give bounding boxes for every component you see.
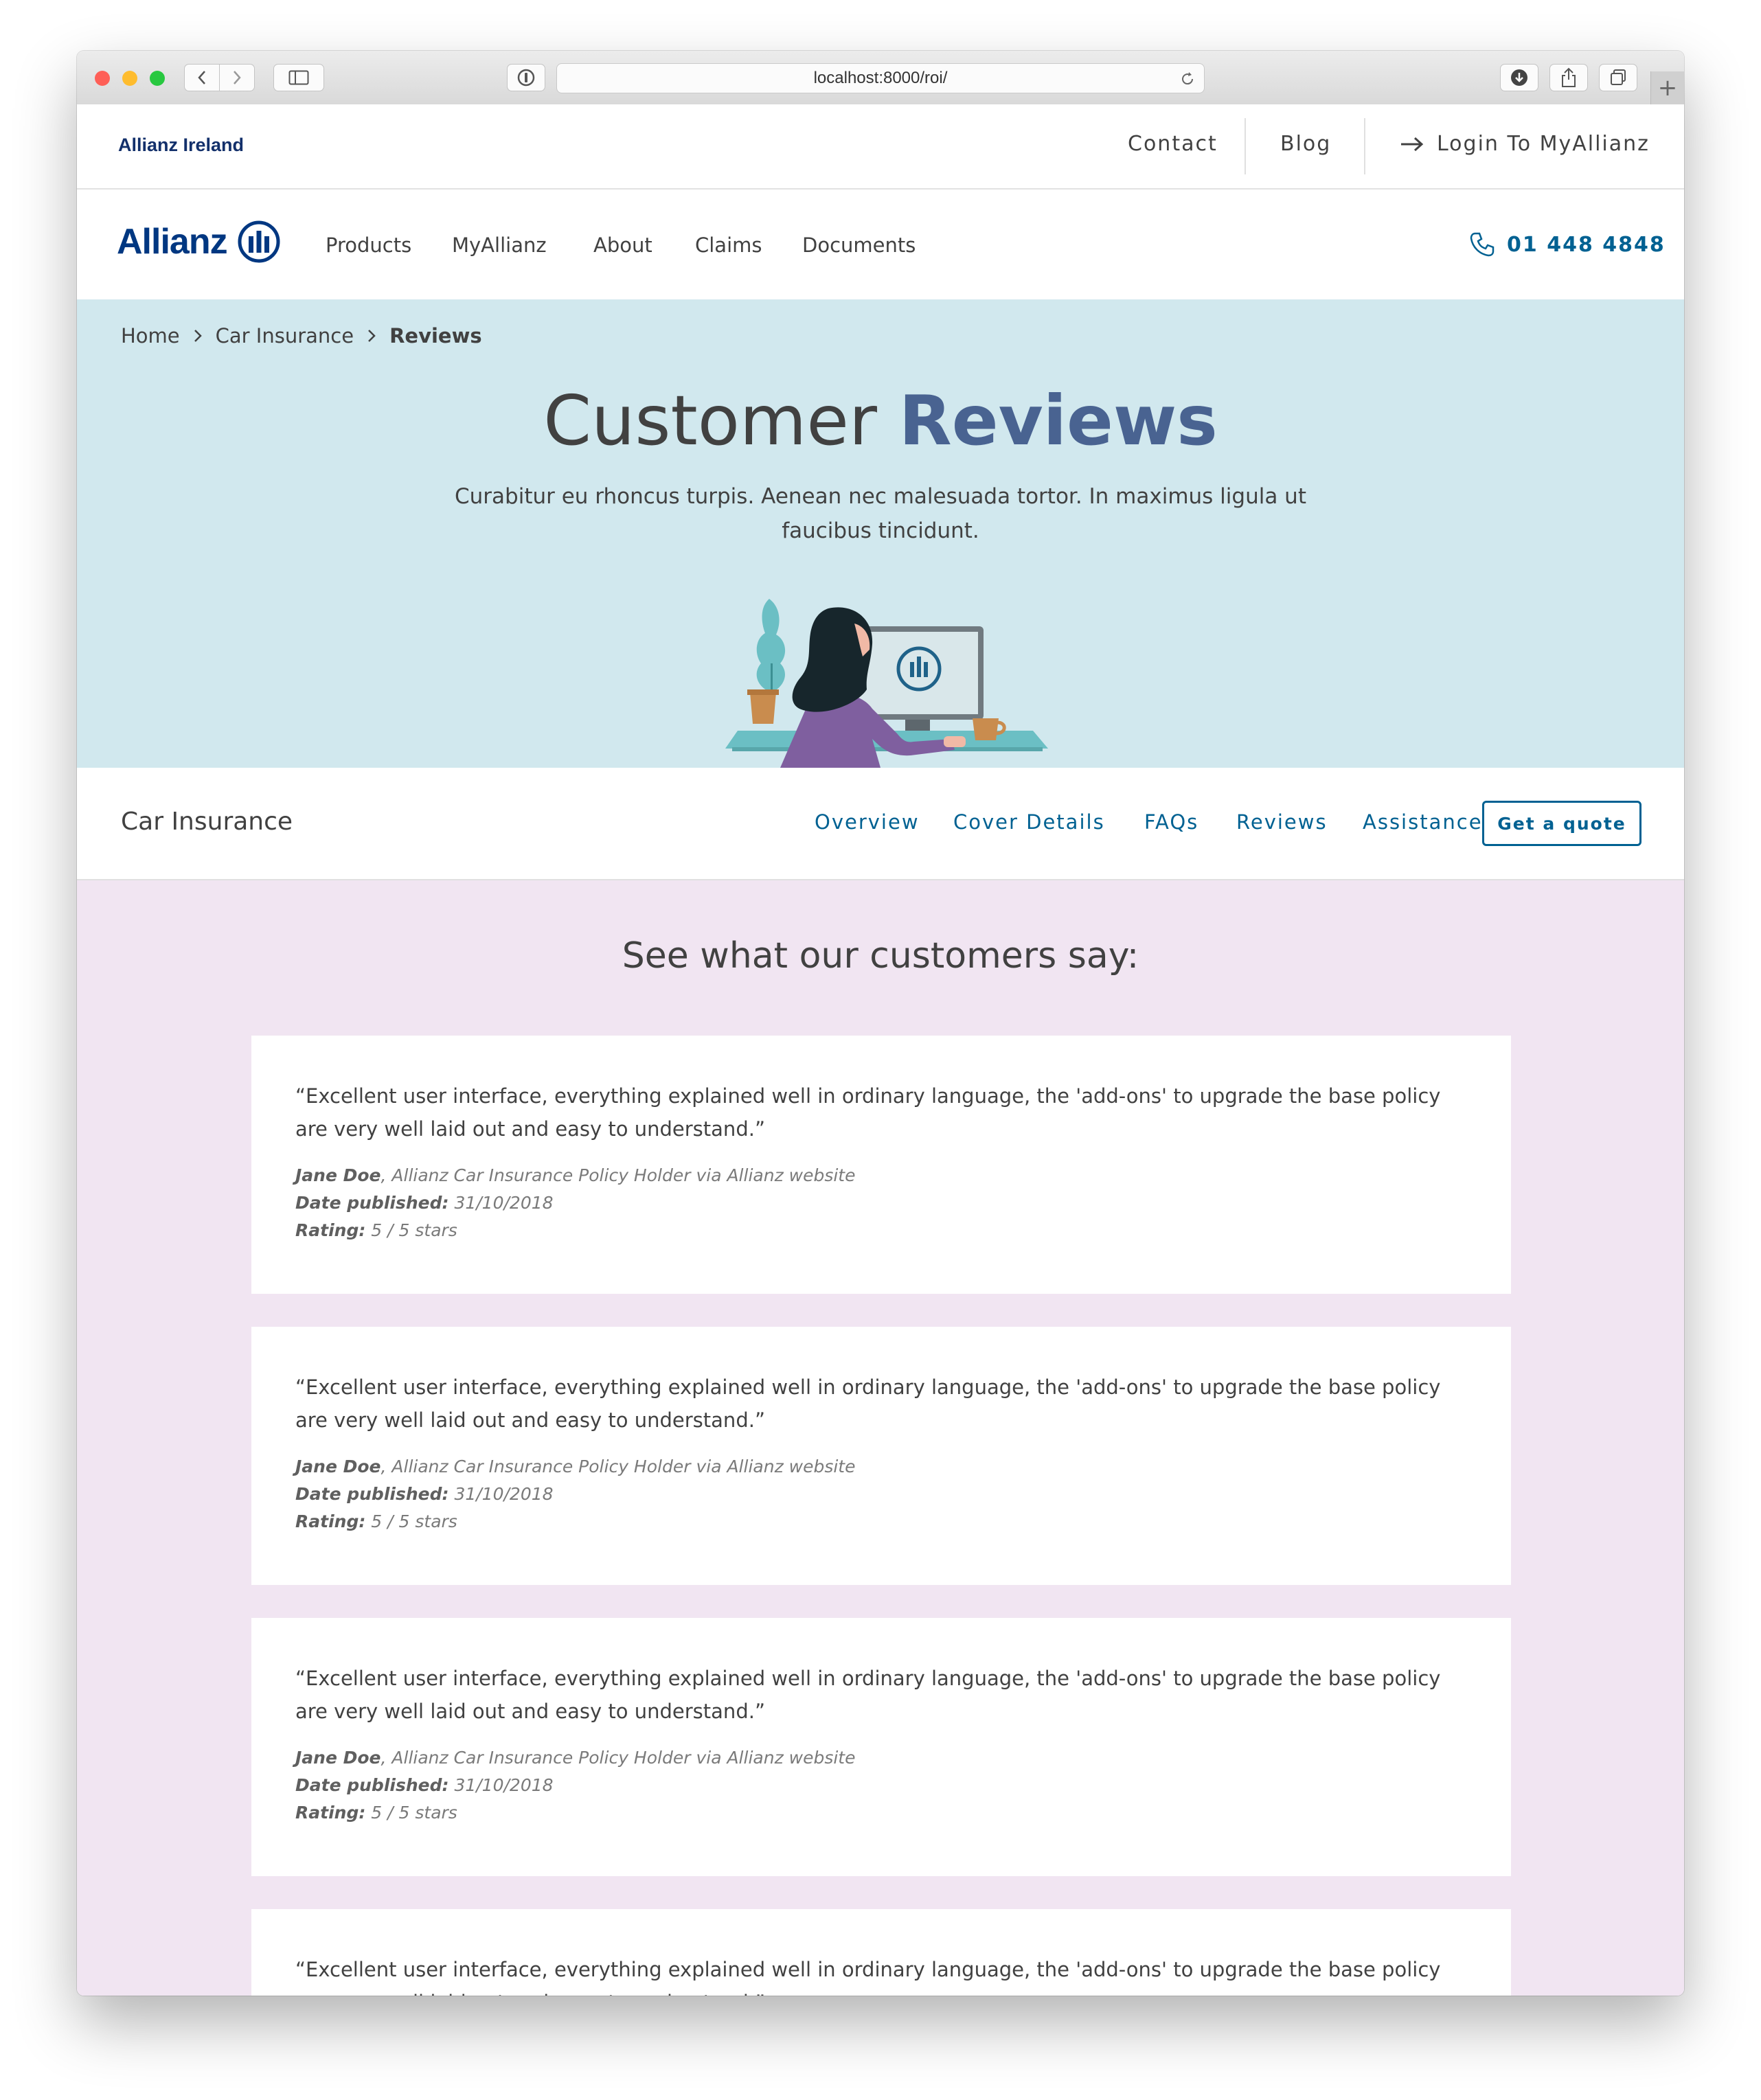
subnav-cover-details[interactable]: Cover Details: [953, 810, 1105, 834]
divider: [1245, 118, 1246, 174]
breadcrumb-current: Reviews: [389, 324, 482, 347]
utility-bar: Allianz Ireland Contact Blog Login To My…: [77, 104, 1684, 190]
nav-item-documents[interactable]: Documents: [802, 233, 916, 257]
sidebar-icon: [288, 70, 309, 85]
nav-item-products[interactable]: Products: [326, 233, 411, 257]
get-a-quote-button[interactable]: Get a quote: [1482, 801, 1641, 846]
tabs-overview-button[interactable]: [1599, 64, 1637, 91]
review-rating-label: Rating:: [295, 1511, 366, 1531]
hero-subtitle: Curabitur eu rhoncus turpis. Aenean nec …: [434, 479, 1327, 548]
allianz-logo[interactable]: Allianz: [117, 220, 281, 264]
phone-number: 01 448 4848: [1507, 232, 1666, 257]
review-quote: “Excellent user interface, everything ex…: [295, 1376, 1441, 1432]
review-rating-label: Rating:: [295, 1220, 366, 1240]
review-source: , Allianz Car Insurance Policy Holder vi…: [380, 1165, 856, 1185]
chevron-right-icon: [368, 330, 376, 342]
nav-item-myallianz[interactable]: MyAllianz: [452, 233, 547, 257]
review-meta: Jane Doe, Allianz Car Insurance Policy H…: [295, 1744, 855, 1827]
arrow-right-icon: [1401, 137, 1424, 151]
url-bar[interactable]: localhost:8000/roi/: [556, 63, 1205, 93]
logo-text: Allianz: [117, 222, 228, 262]
review-date: 31/10/2018: [448, 1193, 554, 1213]
chevron-left-icon: [198, 71, 205, 84]
contact-link[interactable]: Contact: [1128, 132, 1218, 156]
subnav-overview[interactable]: Overview: [815, 810, 920, 834]
nav-item-about[interactable]: About: [593, 233, 652, 257]
review-rating: 5 / 5 stars: [365, 1511, 457, 1531]
subnav-assistance[interactable]: Assistance: [1363, 810, 1483, 834]
blog-link[interactable]: Blog: [1280, 132, 1331, 156]
browser-toolbar: localhost:8000/roi/ +: [77, 51, 1684, 105]
zoom-window-button[interactable]: [150, 71, 165, 86]
phone-icon: [1470, 232, 1495, 257]
review-quote: “Excellent user interface, everything ex…: [295, 1958, 1441, 1996]
sidebar-toggle-button[interactable]: [273, 64, 324, 91]
review-date: 31/10/2018: [448, 1775, 554, 1795]
login-label: Login To MyAllianz: [1437, 132, 1650, 156]
review-source: , Allianz Car Insurance Policy Holder vi…: [380, 1457, 856, 1476]
review-author: Jane Doe: [295, 1748, 381, 1768]
product-subnav: Car Insurance Overview Cover Details FAQ…: [77, 768, 1684, 880]
review-meta: Jane Doe, Allianz Car Insurance Policy H…: [295, 1453, 855, 1536]
allianz-eagle-icon: [238, 220, 280, 263]
review-rating-label: Rating:: [295, 1803, 366, 1823]
close-window-button[interactable]: [95, 71, 110, 86]
review-date-label: Date published:: [295, 1193, 449, 1213]
reload-icon[interactable]: [1179, 71, 1196, 87]
nav-item-claims[interactable]: Claims: [695, 233, 762, 257]
subnav-faqs[interactable]: FAQs: [1144, 810, 1198, 834]
share-icon: [1562, 67, 1576, 87]
page-title-accent: Reviews: [898, 380, 1218, 461]
new-tab-button[interactable]: +: [1650, 71, 1684, 104]
tabs-icon: [1611, 69, 1626, 85]
share-button[interactable]: [1549, 64, 1588, 91]
page-title: Customer Reviews: [77, 380, 1684, 461]
password-manager-button[interactable]: [507, 64, 545, 91]
review-meta: Jane Doe, Allianz Car Insurance Policy H…: [295, 1162, 855, 1244]
chevron-right-icon: [234, 71, 241, 84]
reviews-heading: See what our customers say:: [622, 935, 1139, 977]
password-icon: [517, 69, 535, 87]
back-button[interactable]: [184, 64, 220, 91]
review-quote: “Excellent user interface, everything ex…: [295, 1084, 1441, 1141]
review-card: “Excellent user interface, everything ex…: [251, 1036, 1511, 1294]
url-text: localhost:8000/roi/: [813, 69, 948, 87]
hero-subtitle-line: faucibus tincidunt.: [782, 518, 979, 543]
breadcrumb-home[interactable]: Home: [121, 324, 180, 347]
review-author: Jane Doe: [295, 1165, 381, 1185]
divider: [1364, 118, 1365, 174]
downloads-button[interactable]: [1500, 64, 1538, 91]
main-navigation: Allianz Products MyAllianz About Claims …: [77, 190, 1684, 299]
reviews-section: See what our customers say: “Excellent u…: [77, 880, 1684, 1996]
review-date-label: Date published:: [295, 1484, 449, 1504]
browser-window: localhost:8000/roi/ + Allianz Ireland Co…: [77, 51, 1684, 1996]
product-title: Car Insurance: [121, 808, 293, 836]
site-brand-link[interactable]: Allianz Ireland: [118, 135, 244, 156]
review-card: “Excellent user interface, everything ex…: [251, 1618, 1511, 1876]
review-date: 31/10/2018: [448, 1484, 554, 1504]
forward-button[interactable]: [219, 64, 255, 91]
review-card: “Excellent user interface, everything ex…: [251, 1327, 1511, 1585]
breadcrumb-car-insurance[interactable]: Car Insurance: [216, 324, 354, 347]
phone-link[interactable]: 01 448 4848: [1468, 231, 1666, 258]
review-quote: “Excellent user interface, everything ex…: [295, 1667, 1441, 1723]
breadcrumb: Home Car Insurance Reviews: [121, 324, 482, 347]
review-date-label: Date published:: [295, 1775, 449, 1795]
minimize-window-button[interactable]: [122, 71, 137, 86]
review-source: , Allianz Car Insurance Policy Holder vi…: [380, 1748, 856, 1768]
chevron-right-icon: [194, 330, 202, 342]
woman-at-computer-illustration: [725, 599, 1048, 768]
review-rating: 5 / 5 stars: [365, 1803, 457, 1823]
web-page: Allianz Ireland Contact Blog Login To My…: [77, 104, 1684, 1996]
page-title-plain: Customer: [543, 380, 899, 461]
hero-subtitle-line: Curabitur eu rhoncus turpis. Aenean nec …: [455, 484, 1306, 509]
login-link[interactable]: Login To MyAllianz: [1400, 132, 1650, 156]
hero-banner: Home Car Insurance Reviews Customer Revi…: [77, 299, 1684, 768]
review-card: “Excellent user interface, everything ex…: [251, 1909, 1511, 1996]
review-rating: 5 / 5 stars: [365, 1220, 457, 1240]
download-icon: [1511, 69, 1527, 86]
subnav-reviews[interactable]: Reviews: [1236, 810, 1328, 834]
review-author: Jane Doe: [295, 1457, 381, 1476]
